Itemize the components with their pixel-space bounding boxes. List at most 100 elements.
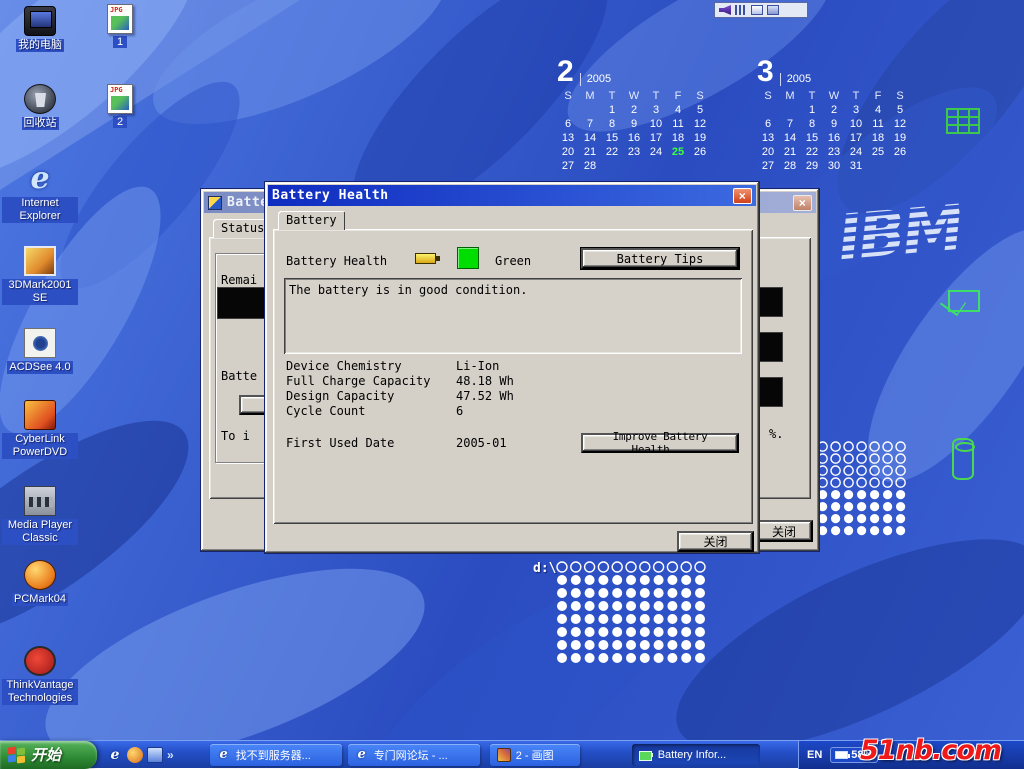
dot-pattern	[817, 441, 913, 541]
calendar-day-cell: 13	[757, 132, 779, 146]
desktop-icon-mark3d[interactable]: 3DMark2001 SE	[2, 246, 78, 305]
close-button[interactable]: 关闭	[755, 520, 813, 542]
desktop-icon-acdsee[interactable]: ACDSee 4.0	[2, 328, 78, 374]
chevron-icon[interactable]: »	[167, 747, 174, 763]
calendar-year: 2005	[580, 73, 611, 86]
ie-icon: e	[355, 748, 369, 762]
taskbar-button-label: 2 - 画图	[516, 747, 554, 763]
desktop-file-2[interactable]: 2	[96, 84, 144, 128]
jpg-file-icon	[107, 4, 133, 34]
close-button[interactable]: 关闭	[677, 531, 754, 552]
calendar-day-cell	[623, 160, 645, 174]
calendar-day-cell: 25	[867, 146, 889, 160]
desktop-icon-computer[interactable]: 我的电脑	[2, 6, 78, 52]
calendar-month: 3	[757, 58, 774, 86]
quicklaunch-media-icon[interactable]	[127, 747, 143, 763]
desktop-icon-label: 3DMark2001 SE	[2, 279, 78, 305]
desktop-icon-label: Media Player Classic	[2, 519, 78, 545]
calendar-day-cell: 5	[689, 104, 711, 118]
calendar-day-cell: 24	[845, 146, 867, 160]
taskbar-button-4[interactable]: Battery Infor...	[632, 744, 760, 766]
calendar-day-cell: 2	[623, 104, 645, 118]
field-label: Full Charge Capacity	[286, 374, 431, 388]
calendar-day-cell: 30	[823, 160, 845, 174]
battery-icon	[835, 751, 848, 759]
desktop-icon-label: CyberLink PowerDVD	[2, 433, 78, 459]
start-label: 开始	[31, 744, 61, 765]
to-label: To i	[221, 429, 250, 443]
tab-battery[interactable]: Battery	[278, 211, 345, 230]
calendar-day-cell: 26	[689, 146, 711, 160]
battery-label: Batte	[221, 369, 257, 383]
calendar-day-cell: 19	[689, 132, 711, 146]
quick-launch-bar: e »	[97, 747, 182, 763]
calendar-day-cell: 2	[823, 104, 845, 118]
desktop-icon-ie[interactable]: eInternet Explorer	[2, 164, 78, 223]
calendar-day-header: S	[557, 90, 579, 104]
taskbar-button-1[interactable]: e找不到服务器...	[210, 744, 342, 766]
calendar-year: 2005	[780, 73, 811, 86]
powerdvd-icon	[24, 400, 56, 430]
thinkvantage-icon	[24, 646, 56, 676]
calendar-day-header: T	[645, 90, 667, 104]
desktop-icon-label: ThinkVantage Technologies	[2, 679, 78, 705]
battery-gauge-3	[757, 377, 783, 407]
file-label: 2	[113, 116, 127, 128]
desktop-icon-recycle[interactable]: 回收站	[2, 84, 78, 130]
calendar-day-cell: 3	[845, 104, 867, 118]
calendar-grid: SMTWTFS123456789101112131415161718192021…	[757, 90, 917, 174]
calendar-day-cell: 13	[557, 132, 579, 146]
battery-icon	[639, 748, 653, 762]
close-icon[interactable]: ×	[733, 188, 752, 204]
quicklaunch-desktop-icon[interactable]	[147, 747, 163, 763]
volume-icon[interactable]	[719, 5, 731, 15]
calendar-day-cell: 28	[579, 160, 601, 174]
calendar-day-cell: 8	[801, 118, 823, 132]
desktop-icon-thinkvantage[interactable]: ThinkVantage Technologies	[2, 646, 78, 705]
desktop-icon-label: Internet Explorer	[2, 197, 78, 223]
calendar-day-cell: 10	[645, 118, 667, 132]
calendar-day-cell: 18	[667, 132, 689, 146]
quicklaunch-ie-icon[interactable]: e	[107, 747, 123, 763]
calendar-day-cell	[601, 160, 623, 174]
improve-battery-health-button[interactable]: Improve Battery Health...	[581, 433, 739, 453]
calendar-day-cell: 9	[823, 118, 845, 132]
calendar-february: 2 2005 SMTWTFS12345678910111213141516171…	[557, 56, 717, 174]
field-label: Device Chemistry	[286, 359, 402, 373]
pcmark-icon	[24, 560, 56, 590]
battery-tips-button[interactable]: Battery Tips	[581, 248, 739, 269]
field-value: 47.52 Wh	[456, 389, 514, 403]
calendar-day-cell: 24	[645, 146, 667, 160]
keyboard-icon[interactable]	[767, 5, 779, 15]
calendar-day-cell: 4	[867, 104, 889, 118]
language-indicator[interactable]: EN	[807, 749, 822, 761]
taskbar-button-2[interactable]: e专门网论坛 - ...	[348, 744, 480, 766]
field-value: Li-Ion	[456, 359, 499, 373]
desktop-file-1[interactable]: 1	[96, 4, 144, 48]
start-button[interactable]: 开始	[0, 741, 97, 769]
desktop-icon-mpc[interactable]: Media Player Classic	[2, 486, 78, 545]
desktop-icon-label: 回收站	[22, 117, 59, 130]
battery-app-icon	[208, 196, 222, 210]
spreadsheet-grid-icon	[946, 108, 980, 134]
calendar-day-cell: 27	[757, 160, 779, 174]
taskbar-button-3[interactable]: 2 - 画图	[490, 744, 580, 766]
battery-health-titlebar[interactable]: Battery Health ×	[268, 185, 756, 206]
calendar-day-cell	[867, 160, 889, 174]
battery-cylinder-icon	[952, 438, 974, 480]
equalizer-icon[interactable]	[735, 5, 747, 15]
first-used-value: 2005-01	[456, 436, 507, 450]
desktop-icon-label: 我的电脑	[16, 39, 64, 52]
desktop-icon-pcmark[interactable]: PCMark04	[2, 560, 78, 606]
calendar-day-cell: 27	[557, 160, 579, 174]
display-icon[interactable]	[751, 5, 763, 15]
calendar-day-cell: 9	[623, 118, 645, 132]
calendar-day-header: M	[579, 90, 601, 104]
health-status: Green	[495, 254, 531, 268]
calendar-day-cell: 21	[579, 146, 601, 160]
calendar-day-header: T	[845, 90, 867, 104]
calendar-day-cell: 15	[601, 132, 623, 146]
close-icon[interactable]: ×	[793, 195, 812, 211]
desktop: 2 2005 SMTWTFS12345678910111213141516171…	[0, 0, 1024, 740]
desktop-icon-powerdvd[interactable]: CyberLink PowerDVD	[2, 400, 78, 459]
